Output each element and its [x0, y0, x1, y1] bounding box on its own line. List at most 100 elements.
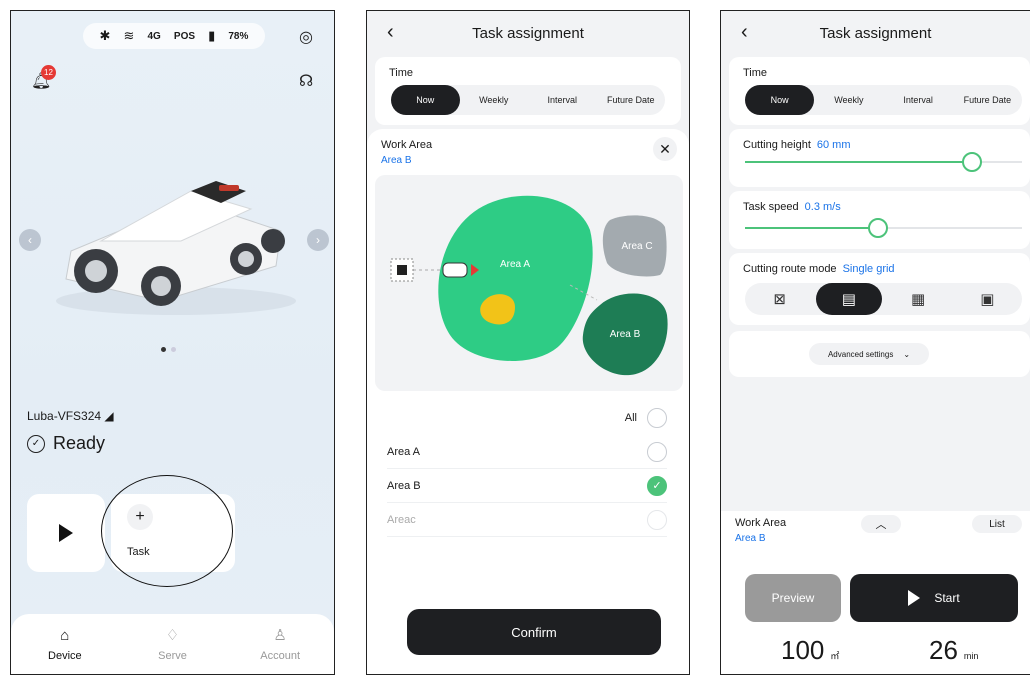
area-b-checkbox[interactable]: ✓ [647, 475, 667, 496]
area-name: Area B [387, 479, 421, 492]
confirm-button[interactable]: Confirm [407, 609, 661, 655]
mower-image [56, 181, 296, 315]
headset-icon[interactable]: ☊ [299, 71, 313, 91]
carousel-dots [161, 347, 176, 352]
home-icon: ⌂ [60, 626, 70, 644]
time-unit: min [963, 651, 979, 661]
nav-device[interactable]: ⌂ Device [25, 627, 105, 662]
page-title: Task assignment [472, 24, 584, 42]
select-all-row[interactable]: All [387, 401, 667, 435]
task-assignment-settings-screen: ‹ Task assignment Time Now Weekly Interv… [720, 10, 1030, 675]
bottom-panel: Work Area Area B ︿ List Preview Start 10… [721, 511, 1030, 674]
notification-badge: 12 [41, 65, 56, 80]
area-map[interactable]: Area A Area B Area C [375, 175, 683, 391]
nav-serve[interactable]: ♢ Serve [132, 626, 212, 662]
person-icon: ♙ [273, 627, 287, 644]
time-option-now[interactable]: Now [391, 85, 460, 115]
time-card: Time Now Weekly Interval Future Date [729, 57, 1030, 125]
area-a-checkbox[interactable] [647, 441, 667, 462]
time-option-weekly[interactable]: Weekly [814, 95, 883, 105]
start-button[interactable]: Start [850, 574, 1018, 622]
nav-serve-label: Serve [158, 650, 187, 662]
map-label-area-a: Area A [500, 259, 530, 270]
time-option-now[interactable]: Now [745, 85, 815, 115]
list-button[interactable]: List [972, 515, 1022, 533]
cutting-height-label: Cutting height 60 mm [743, 139, 851, 151]
time-stat: 26 min [929, 635, 978, 666]
preview-button[interactable]: Preview [745, 574, 841, 622]
pos-indicator: POS [173, 30, 196, 42]
back-icon[interactable]: ‹ [387, 21, 394, 44]
time-selector: Now Weekly Interval Future Date [745, 85, 1022, 115]
work-area-value: Area B [381, 155, 412, 166]
task-assignment-area-screen: ‹ Task assignment Time Now Weekly Interv… [366, 10, 690, 675]
task-speed-card: Task speed 0.3 m/s [729, 191, 1030, 249]
double-grid-icon[interactable]: ▦ [885, 283, 951, 315]
zigzag-icon[interactable]: ⊠ [747, 283, 813, 315]
route-mode-selector: ⊠ ▤ ▦ ▣ [745, 283, 1022, 315]
route-mode-value: Single grid [842, 263, 895, 275]
header: ‹ Task assignment [721, 11, 1030, 55]
area-name: Areac [387, 513, 416, 526]
back-icon[interactable]: ‹ [741, 21, 748, 44]
device-name[interactable]: Luba-VFS324 ◢ [27, 409, 114, 423]
work-area-value: Area B [735, 533, 766, 544]
wifi-icon: ≋ [123, 28, 135, 43]
area-unit: ㎡ [830, 651, 840, 661]
time-selector: Now Weekly Interval Future Date [391, 85, 665, 115]
page-title: Task assignment [819, 24, 932, 42]
task-speed-value: 0.3 m/s [804, 201, 841, 213]
area-a-shape [438, 195, 593, 362]
cutting-height-card: Cutting height 60 mm [729, 129, 1030, 187]
cutting-height-knob[interactable] [962, 152, 983, 172]
network-indicator: 4G [147, 30, 161, 42]
cutting-height-value: 60 mm [816, 139, 851, 151]
task-speed-knob[interactable] [867, 218, 888, 238]
time-option-interval[interactable]: Interval [528, 95, 597, 105]
work-area-label: Work Area [381, 139, 433, 151]
work-area-label: Work Area [735, 517, 787, 529]
bottom-nav: ⌂ Device ♢ Serve ♙ Account [11, 614, 334, 674]
cutting-height-slider[interactable] [745, 152, 1022, 172]
highlight-annotation-circle [101, 475, 233, 587]
nav-account[interactable]: ♙ Account [240, 626, 320, 662]
select-all-checkbox[interactable] [647, 408, 667, 428]
area-row-a[interactable]: Area A [387, 435, 667, 469]
time-option-weekly[interactable]: Weekly [460, 95, 529, 105]
play-icon [908, 590, 921, 606]
diamond-icon: ♢ [165, 627, 180, 644]
settings-icon[interactable]: ◎ [299, 27, 313, 47]
battery-level: 78% [228, 30, 249, 42]
carousel-prev-icon[interactable]: ‹ [19, 229, 41, 251]
start-mowing-button[interactable] [27, 494, 105, 572]
area-row-b[interactable]: Area B ✓ [387, 469, 667, 503]
area-row-c: Areac [387, 503, 667, 537]
single-grid-icon[interactable]: ▤ [815, 283, 882, 315]
time-option-interval[interactable]: Interval [884, 95, 953, 105]
bluetooth-icon: ✱ [99, 28, 111, 43]
time-label: Time [743, 67, 768, 79]
all-label: All [624, 412, 637, 424]
time-option-future-date[interactable]: Future Date [953, 95, 1022, 105]
time-card: Time Now Weekly Interval Future Date [375, 57, 681, 125]
chevron-up-icon[interactable]: ︿ [861, 515, 901, 533]
work-area-sheet: Work Area Area B ✕ Area A Area B Area C … [367, 129, 689, 674]
mower-marker-icon [442, 262, 468, 278]
area-name: Area A [387, 445, 421, 458]
map-label-area-c: Area C [621, 241, 652, 252]
battery-icon: ▮ [208, 28, 216, 43]
task-speed-slider[interactable] [745, 218, 1022, 238]
device-home-screen: ✱ ≋ 4G POS ▮ 78% ◎ 🔔︎ 12 ☊ ‹ › Luba-VFS3… [10, 10, 335, 675]
header: ‹ Task assignment [367, 11, 689, 55]
close-icon[interactable]: ✕ [653, 137, 677, 161]
route-mode-card: Cutting route mode Single grid ⊠ ▤ ▦ ▣ [729, 253, 1030, 325]
area-value: 100 [781, 635, 825, 665]
area-stat: 100 ㎡ [781, 635, 839, 666]
status-text: Ready [53, 433, 106, 453]
advanced-settings-label: Advanced settings [827, 349, 894, 359]
advanced-settings-button[interactable]: Advanced settings ⌄ [809, 343, 929, 365]
play-icon [59, 524, 73, 542]
time-option-future-date[interactable]: Future Date [597, 95, 666, 105]
nav-device-label: Device [48, 649, 82, 662]
perimeter-icon[interactable]: ▣ [954, 283, 1020, 315]
